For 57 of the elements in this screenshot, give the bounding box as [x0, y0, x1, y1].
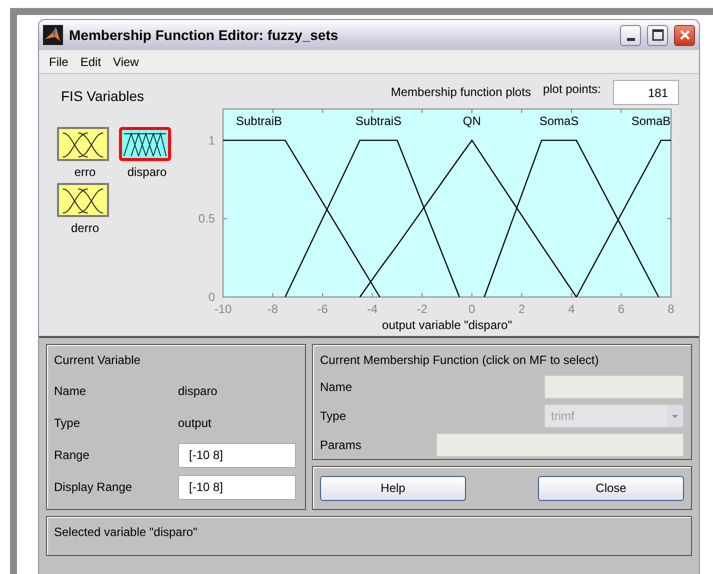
close-button[interactable]: Close [538, 476, 684, 500]
panel-title: Current Membership Function (click on MF to select) [320, 352, 600, 369]
maximize-icon [652, 29, 664, 41]
minimize-icon [626, 38, 634, 40]
x-tick-label: 8 [668, 302, 674, 316]
dropdown-value: trimf [550, 408, 574, 424]
help-button[interactable]: Help [320, 476, 466, 500]
maximize-button[interactable] [647, 24, 668, 46]
menu-item[interactable]: Edit [74, 52, 108, 70]
field-label: Display Range [54, 479, 134, 496]
variable-button[interactable] [57, 127, 109, 161]
x-tick-label: 0 [468, 302, 476, 316]
menu-item[interactable]: File [43, 52, 74, 70]
x-tick-label: -4 [367, 302, 378, 316]
plot-title: Membership function plots [390, 84, 531, 101]
app-logo-icon [43, 25, 63, 45]
curve-label: SomaB [631, 114, 671, 128]
field-label: Params [320, 436, 362, 454]
range-field[interactable]: [-10 8] [178, 474, 296, 500]
x-tick-label: -6 [317, 302, 328, 316]
variable-button[interactable] [119, 127, 171, 161]
minimize-button[interactable] [620, 24, 641, 46]
panel-title: Current Variable [54, 352, 142, 369]
close-window-button[interactable] [674, 24, 695, 46]
window-title: Membership Function Editor: fuzzy_sets [69, 26, 340, 45]
range-field[interactable]: [-10 8] [178, 442, 296, 468]
field-label: Name [320, 378, 352, 396]
variable-label: erro [73, 164, 97, 181]
x-tick-label: 2 [518, 302, 525, 316]
x-tick-label: 4 [568, 302, 575, 316]
field-label: Type [320, 408, 346, 424]
field-value: disparo [178, 383, 218, 400]
curve-label: SubtraiB [236, 114, 282, 128]
variable-label: disparo [126, 164, 168, 181]
curve-label: SubtraiS [356, 114, 402, 128]
close-icon [678, 29, 690, 41]
x-tick-label: -2 [416, 302, 428, 316]
plot-points-label: plot points: [542, 81, 601, 98]
curve-label: QN [462, 114, 481, 128]
variable-label: derro [70, 220, 100, 237]
curve-label: SomaS [539, 114, 579, 128]
x-tick-label: -8 [267, 302, 278, 316]
status-text: Selected variable "disparo" [54, 524, 198, 541]
field-label: Name [54, 383, 88, 400]
plot-points-field[interactable]: 181 [613, 80, 679, 105]
y-tick-label: 1 [208, 133, 215, 148]
x-tick-label: -10 [214, 302, 232, 316]
field-label: Range [54, 447, 90, 464]
variable-button[interactable] [57, 183, 109, 217]
x-axis-label: output variable "disparo" [382, 318, 512, 332]
section-title: FIS Variables [60, 87, 145, 106]
y-tick-label: 0.5 [198, 212, 215, 226]
field-label: Type [54, 415, 82, 432]
menu-item[interactable]: View [107, 52, 145, 70]
y-tick-label: 0 [208, 290, 215, 304]
x-tick-label: 6 [618, 302, 625, 316]
field-value: output [178, 415, 212, 432]
